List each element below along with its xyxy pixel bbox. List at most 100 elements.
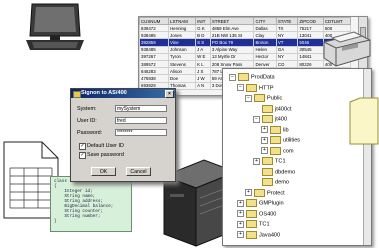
- folder-icon: [270, 146, 281, 155]
- column-header[interactable]: LSTNAM: [168, 17, 197, 25]
- table-cell: Helen: [253, 45, 277, 54]
- table-cell: NY: [275, 31, 299, 40]
- table-cell: J S: [195, 67, 211, 76]
- expand-icon[interactable]: +: [261, 126, 268, 133]
- system-field[interactable]: mySystem: [115, 105, 167, 112]
- collapse-icon[interactable]: −: [253, 115, 260, 123]
- expand-icon[interactable]: +: [253, 157, 260, 165]
- tree-node[interactable]: − HTTP: [237, 83, 274, 92]
- table-cell: Dallas: [253, 23, 277, 33]
- userid-label: User ID:: [77, 118, 97, 124]
- expand-icon[interactable]: +: [237, 199, 244, 207]
- table-cell: K L: [195, 59, 211, 69]
- save-password-checkbox[interactable]: ✓: [79, 152, 86, 159]
- table-cell: G K: [195, 23, 211, 33]
- folder-icon: [349, 97, 379, 145]
- tree-node[interactable]: + OS400: [237, 209, 277, 218]
- column-header[interactable]: STREET: [209, 17, 255, 25]
- table-cell: 938485: [139, 45, 170, 54]
- dialog-title: Signon to AS/400: [81, 90, 127, 96]
- tree-node-label: TC1: [275, 158, 286, 165]
- table-cell: 839472: [139, 23, 170, 33]
- ok-button[interactable]: OK: [91, 167, 116, 176]
- expand-icon[interactable]: +: [261, 147, 268, 154]
- password-field[interactable]: ********: [115, 129, 167, 136]
- tree-node-label: OS400: [259, 210, 277, 217]
- dialog-titlebar[interactable]: Signon to AS/400 ×: [71, 89, 175, 98]
- table-cell: Vine: [168, 38, 197, 47]
- tree-node-label: demo: [275, 179, 289, 186]
- table-cell: CO: [275, 59, 299, 69]
- userid-field[interactable]: fred: [115, 117, 167, 124]
- close-icon[interactable]: ×: [165, 90, 174, 98]
- tree-node[interactable]: + utilities: [261, 136, 300, 144]
- collapse-icon[interactable]: −: [237, 84, 244, 91]
- tree-node[interactable]: + lib: [261, 125, 289, 134]
- save-password-label: Save password: [87, 152, 124, 158]
- table-cell: 4859 Elm Ave: [209, 23, 255, 33]
- tree-node[interactable]: + TC1: [253, 157, 286, 165]
- table-cell: 397267: [139, 52, 170, 61]
- column-header[interactable]: STATE: [275, 17, 299, 25]
- tree-node[interactable]: − jt400: [253, 115, 287, 123]
- tree-node[interactable]: + GMPlugin: [237, 199, 284, 207]
- folder-icon: [262, 104, 273, 113]
- table-cell: 13 Myrtle Dr: [209, 52, 255, 61]
- table-cell: GA: [275, 45, 299, 54]
- table-cell: PO Box 79: [209, 38, 255, 47]
- table-cell: TX: [275, 23, 299, 33]
- collapse-icon[interactable]: −: [229, 73, 236, 81]
- tree-node[interactable]: − ProdData: [229, 73, 275, 81]
- folder-icon: [262, 157, 273, 165]
- expand-icon[interactable]: +: [237, 231, 244, 238]
- table-cell: Doe: [168, 74, 197, 83]
- signon-dialog[interactable]: Signon to AS/400 × System: mySystem User…: [70, 88, 176, 182]
- column-header[interactable]: CUSNUM: [139, 17, 170, 25]
- table-cell: 475938: [139, 74, 170, 83]
- expand-icon[interactable]: +: [261, 136, 268, 144]
- collapse-icon[interactable]: −: [245, 94, 252, 102]
- table-cell: 389572: [139, 59, 170, 69]
- default-userid-label: Default User ID: [87, 143, 124, 149]
- tree-node[interactable]: jt400ct: [253, 104, 291, 113]
- system-label: System:: [77, 106, 97, 112]
- tree-node[interactable]: + Java400: [237, 230, 281, 239]
- default-userid-checkbox[interactable]: ✓: [79, 143, 86, 150]
- tree-node[interactable]: demo: [253, 178, 289, 186]
- table-cell: A N: [195, 81, 211, 90]
- app-icon: [73, 91, 81, 98]
- tree-node-label: HTTP: [259, 84, 274, 91]
- table-cell: 21B NW 135 St: [209, 31, 255, 40]
- table-cell: Stevens: [168, 59, 197, 69]
- column-header[interactable]: INIT: [195, 17, 211, 25]
- tree-node-label: GMPlugin: [259, 200, 284, 207]
- cancel-button[interactable]: Cancel: [126, 167, 151, 176]
- folder-icon: [262, 167, 273, 176]
- table-cell: J W: [195, 74, 211, 83]
- column-header[interactable]: ZIPCOD: [297, 17, 324, 25]
- table-cell: S S: [195, 38, 211, 47]
- expand-icon[interactable]: +: [237, 210, 244, 217]
- tree-node-label: ProdData: [251, 74, 275, 81]
- folder-icon: [262, 115, 273, 123]
- table-cell: Johnson: [168, 45, 197, 54]
- code-line: }: [54, 219, 57, 224]
- table-cell: Hector: [253, 52, 277, 61]
- expand-icon[interactable]: +: [245, 189, 252, 196]
- tree-node[interactable]: − Public: [245, 94, 282, 102]
- tree-node[interactable]: dbdemo: [253, 167, 296, 176]
- column-header[interactable]: CDTLMT: [322, 17, 352, 25]
- tree-node[interactable]: + Protect: [245, 188, 285, 197]
- column-header[interactable]: CITY: [253, 17, 277, 25]
- table-cell: 392859: [139, 38, 170, 47]
- tree-node-label: dbdemo: [275, 168, 296, 175]
- tree-node[interactable]: + TC1: [237, 220, 270, 228]
- table-cell: 846283: [139, 67, 170, 76]
- code-snippet: class { Integer id; String name; String …: [50, 176, 132, 232]
- tree-node[interactable]: + com: [261, 146, 294, 155]
- tree-node-label: Java400: [259, 231, 281, 238]
- file-tree-window[interactable]: − ProdData − HTTP − Public jt400ct − jt400 + lib + u…: [222, 68, 372, 246]
- expand-icon[interactable]: +: [237, 220, 244, 228]
- table-cell: J A: [195, 45, 211, 54]
- table-cell: NY: [275, 52, 299, 61]
